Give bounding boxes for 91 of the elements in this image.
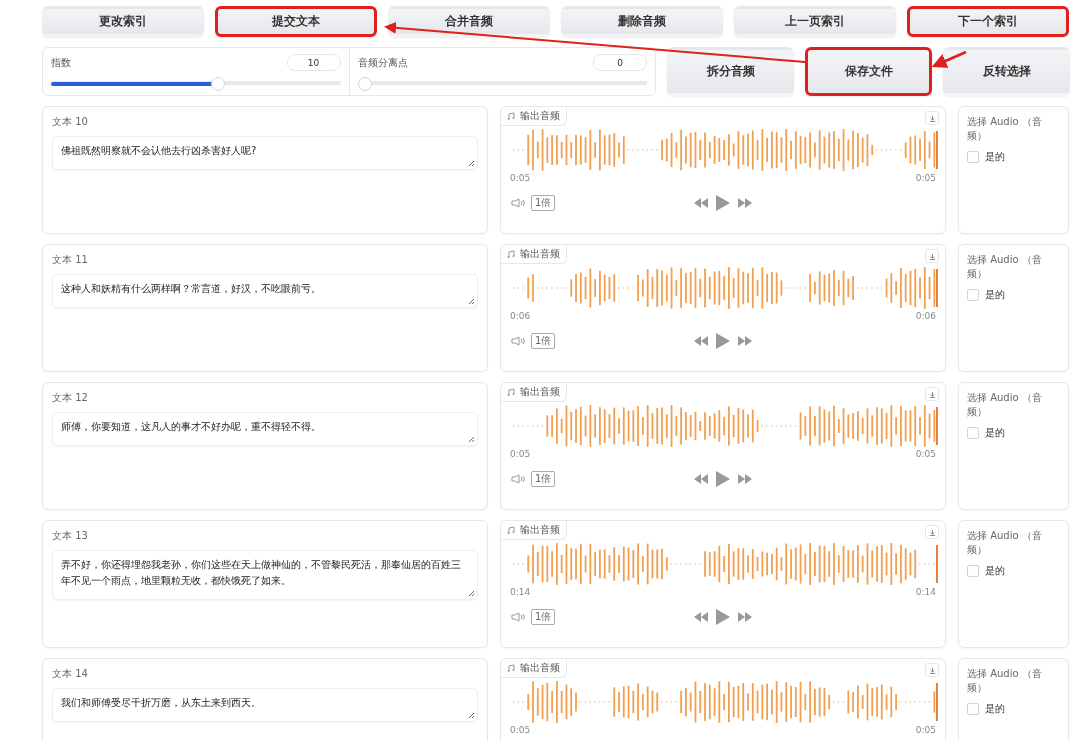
speed-button[interactable]: 1倍: [531, 609, 556, 625]
action-button[interactable]: 上一页索引: [734, 6, 896, 37]
text-field[interactable]: 佛祖既然明察就不会认他去行凶杀害好人呢?: [52, 136, 478, 170]
checkbox[interactable]: [967, 151, 979, 163]
fast-forward-icon[interactable]: [738, 612, 752, 622]
time-label: 0:05: [915, 449, 936, 459]
text-field[interactable]: 弄不好，你还得埋怨我老孙，你们这些在天上做神仙的，不管黎民死活，那奉仙居的百姓三年不见一个雨点，地里颗粒无收，都快饿死了如来。: [52, 550, 478, 600]
download-icon[interactable]: [925, 111, 939, 125]
time-label: 0:06: [510, 311, 531, 321]
select-label: 选择 Audio （音频）: [967, 253, 1043, 281]
music-note-icon: [507, 526, 515, 534]
slider-label: 指数: [51, 55, 71, 70]
fast-forward-icon[interactable]: [738, 198, 752, 208]
checkbox[interactable]: [967, 703, 979, 715]
audio-label: 输出音频: [520, 385, 560, 399]
resize-icon: [468, 712, 474, 718]
action-button[interactable]: 合并音频: [388, 6, 550, 37]
music-note-icon: [507, 250, 515, 258]
checkbox[interactable]: [967, 565, 979, 577]
download-icon[interactable]: [925, 249, 939, 263]
text-label: 文本 14: [52, 667, 89, 681]
time-label: 0:05: [510, 725, 531, 735]
action-button[interactable]: 下一个索引: [907, 6, 1069, 37]
time-label: 0:05: [510, 173, 531, 183]
fast-forward-icon[interactable]: [738, 474, 752, 484]
volume-icon[interactable]: [511, 612, 525, 622]
annotation-arrow: [931, 50, 967, 68]
text-label: 文本 12: [52, 391, 89, 405]
time-label: 0:05: [915, 173, 936, 183]
volume-icon[interactable]: [511, 474, 525, 484]
music-note-icon: [507, 388, 515, 396]
checkbox[interactable]: [967, 427, 979, 439]
resize-icon: [468, 298, 474, 304]
number-field[interactable]: 0: [593, 54, 647, 71]
checkbox-label: 是的: [985, 150, 1005, 164]
time-label: 0:06: [915, 311, 936, 321]
action-button[interactable]: 反转选择: [943, 47, 1070, 96]
download-icon[interactable]: [925, 387, 939, 401]
time-label: 0:05: [915, 725, 936, 735]
download-icon[interactable]: [925, 525, 939, 539]
speed-button[interactable]: 1倍: [531, 471, 556, 487]
select-label: 选择 Audio （音频）: [967, 391, 1043, 419]
rewind-icon[interactable]: [694, 198, 708, 208]
volume-icon[interactable]: [511, 198, 525, 208]
play-icon[interactable]: [716, 195, 730, 211]
time-label: 0:05: [510, 449, 531, 459]
action-button[interactable]: 提交文本: [215, 6, 377, 37]
download-icon[interactable]: [925, 663, 939, 677]
select-label: 选择 Audio （音频）: [967, 667, 1043, 695]
checkbox-label: 是的: [985, 288, 1005, 302]
resize-icon: [468, 160, 474, 166]
slider-thumb[interactable]: [357, 77, 372, 91]
play-icon[interactable]: [716, 333, 730, 349]
resize-icon: [468, 590, 474, 596]
text-label: 文本 11: [52, 253, 89, 267]
fast-forward-icon[interactable]: [738, 336, 752, 346]
resize-icon: [468, 436, 474, 442]
rewind-icon[interactable]: [694, 612, 708, 622]
speed-button[interactable]: 1倍: [531, 195, 556, 211]
checkbox-label: 是的: [985, 426, 1005, 440]
volume-icon[interactable]: [511, 336, 525, 346]
audio-label: 输出音频: [520, 661, 560, 675]
action-button[interactable]: 保存文件: [805, 47, 932, 96]
checkbox-label: 是的: [985, 702, 1005, 716]
play-icon[interactable]: [716, 609, 730, 625]
play-icon[interactable]: [716, 471, 730, 487]
text-field[interactable]: 师傅，你要知道，这凡人的事才不好办呢，重不得轻不得。: [52, 412, 478, 446]
audio-label: 输出音频: [520, 247, 560, 261]
text-label: 文本 13: [52, 529, 89, 543]
audio-label: 输出音频: [520, 109, 560, 123]
rewind-icon[interactable]: [694, 474, 708, 484]
audio-label: 输出音频: [520, 523, 560, 537]
music-note-icon: [507, 664, 515, 672]
text-label: 文本 10: [52, 115, 89, 129]
checkbox-label: 是的: [985, 564, 1005, 578]
action-button[interactable]: 拆分音频: [667, 47, 794, 96]
number-field[interactable]: 10: [286, 54, 341, 71]
slider-thumb[interactable]: [210, 77, 225, 91]
action-button[interactable]: 删除音频: [561, 6, 723, 37]
text-field[interactable]: 这种人和妖精有什么两样啊？常言道，好汉，不吃眼前亏。: [52, 274, 478, 308]
time-label: 0:14: [510, 587, 531, 597]
time-label: 0:14: [915, 587, 936, 597]
checkbox[interactable]: [967, 289, 979, 301]
speed-button[interactable]: 1倍: [531, 333, 556, 349]
slider-label: 音频分离点: [357, 55, 408, 70]
select-label: 选择 Audio （音频）: [967, 529, 1043, 557]
music-note-icon: [507, 112, 515, 120]
text-field[interactable]: 我们和师傅受尽千折万磨，从东土来到西天。: [52, 688, 478, 722]
select-label: 选择 Audio （音频）: [967, 115, 1043, 143]
action-button[interactable]: 更改索引: [42, 6, 204, 37]
rewind-icon[interactable]: [694, 336, 708, 346]
